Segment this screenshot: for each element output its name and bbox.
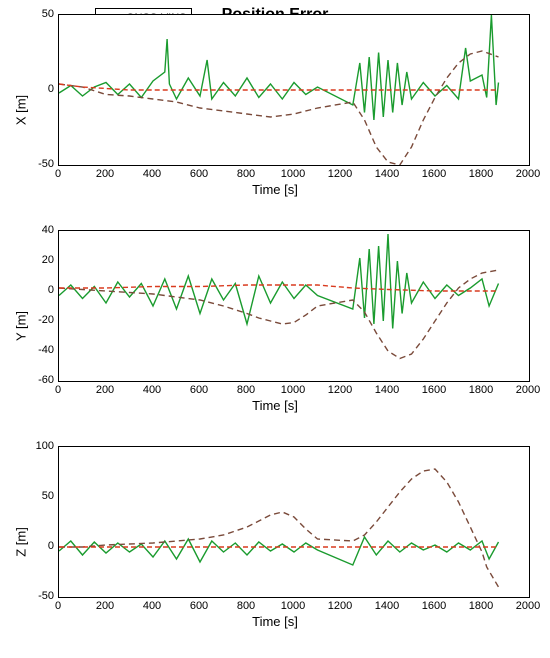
x-axis-label: Time [s] (0, 398, 550, 430)
plot-y (58, 230, 530, 382)
x-axis-label: Time [s] (0, 182, 550, 214)
plot-z (58, 446, 530, 598)
plot-x (58, 14, 530, 166)
x-axis-label: Time [s] (0, 614, 550, 646)
